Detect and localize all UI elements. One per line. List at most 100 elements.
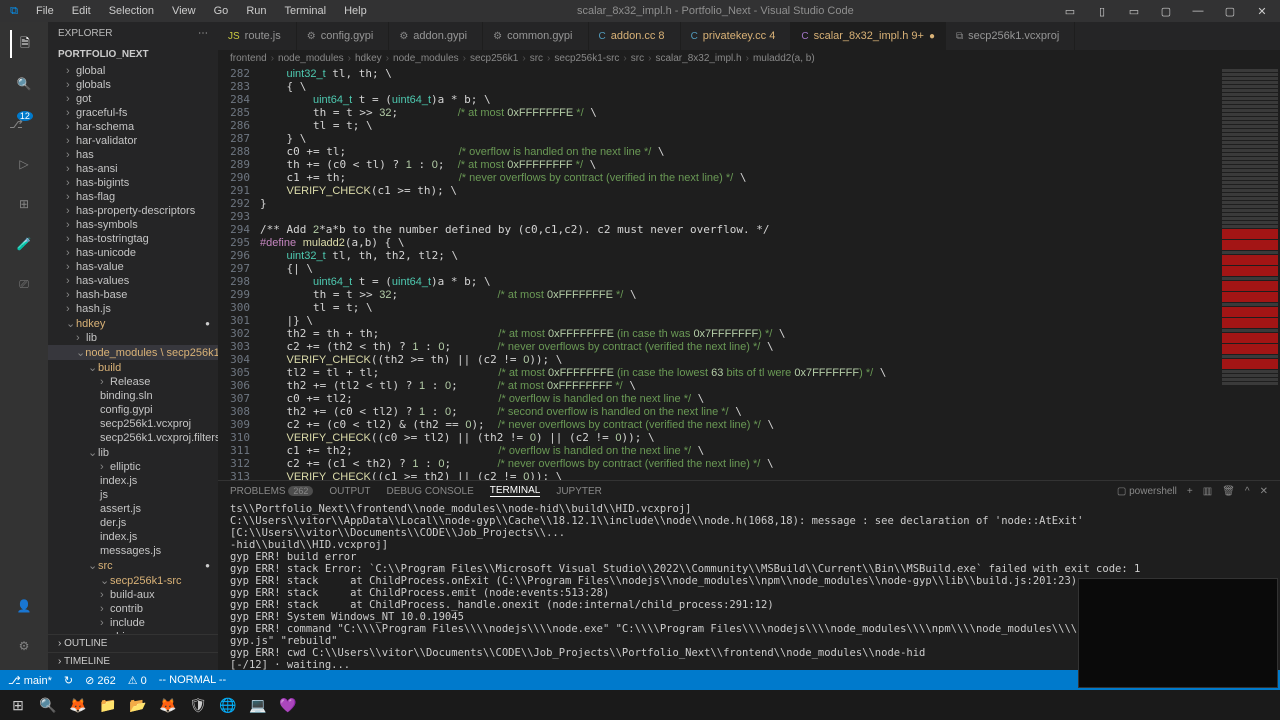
tree-item[interactable]: assert.js (48, 502, 218, 516)
layout-controls[interactable]: ▭ ▯ ▭ ▢ (1056, 5, 1184, 18)
tree-item[interactable]: js (48, 488, 218, 502)
tree-item[interactable]: ›har-schema (48, 120, 218, 134)
close-button[interactable]: ✕ (1248, 5, 1276, 18)
tree-item[interactable]: ›lib (48, 331, 218, 345)
tree-item[interactable]: der.js (48, 516, 218, 530)
panel-icon[interactable]: ▭ (1120, 5, 1148, 18)
trash-icon[interactable]: 🗑 (1222, 486, 1235, 497)
menu-go[interactable]: Go (206, 3, 237, 19)
tree-item[interactable]: ›has-bigints (48, 176, 218, 190)
tree-item[interactable]: index.js (48, 474, 218, 488)
project-name[interactable]: PORTFOLIO_NEXT (48, 45, 218, 64)
menu-edit[interactable]: Edit (64, 3, 99, 19)
tree-item[interactable]: ›Release (48, 375, 218, 389)
split-terminal-icon[interactable]: ▥ (1203, 486, 1212, 497)
editor-tab[interactable]: JSroute.js (218, 22, 297, 50)
debug-icon[interactable]: ▷ (10, 150, 38, 178)
tree-item[interactable]: ›has-value (48, 260, 218, 274)
taskbar-app[interactable]: 📁 (94, 693, 122, 717)
tree-item[interactable]: ›har-validator (48, 134, 218, 148)
terminal-shell-label[interactable]: ▢ powershell (1117, 486, 1177, 497)
code-editor[interactable]: uint32_t tl, th; \ { \ uint64_t t = (uin… (260, 67, 1220, 480)
gear-icon[interactable]: ⚙ (10, 632, 38, 660)
new-terminal-icon[interactable]: + (1187, 486, 1193, 497)
tree-item[interactable]: messages.js (48, 544, 218, 558)
tree-item[interactable]: ›build-aux (48, 588, 218, 602)
search-icon[interactable]: 🔍 (10, 70, 38, 98)
panel-icon[interactable]: ▯ (1088, 5, 1116, 18)
editor-tab[interactable]: ⚙addon.gypi (389, 22, 483, 50)
taskbar-app[interactable]: 🦊 (64, 693, 92, 717)
tree-item[interactable]: secp256k1.vcxproj (48, 417, 218, 431)
tree-item[interactable]: ⌄hdkey● (48, 316, 218, 331)
outline-section[interactable]: › OUTLINE (48, 634, 218, 652)
panel-tab-output[interactable]: OUTPUT (329, 486, 370, 497)
testing-icon[interactable]: 🧪 (10, 230, 38, 258)
tree-item[interactable]: ⌄src● (48, 558, 218, 573)
tree-item[interactable]: ›has-ansi (48, 162, 218, 176)
panel-icon[interactable]: ▭ (1056, 5, 1084, 18)
branch-status[interactable]: ⎇ main* (8, 674, 52, 687)
tree-item[interactable]: ⌄node_modules \ secp256k1 (48, 345, 218, 360)
explorer-icon[interactable]: 🗎 (10, 30, 38, 58)
panel-icon[interactable]: ▢ (1152, 5, 1180, 18)
scm-icon[interactable]: ⎇12 (10, 110, 38, 138)
tree-item[interactable]: ›has-unicode (48, 246, 218, 260)
tree-item[interactable]: ›has-property-descriptors (48, 204, 218, 218)
tree-item[interactable]: config.gypi (48, 403, 218, 417)
tree-item[interactable]: ›has-values (48, 274, 218, 288)
tree-item[interactable]: ›contrib (48, 602, 218, 616)
breadcrumb[interactable]: frontend›node_modules›hdkey›node_modules… (218, 50, 1280, 67)
minimize-button[interactable]: — (1184, 5, 1212, 18)
taskbar-app[interactable]: 💻 (244, 693, 272, 717)
tree-item[interactable]: ›elliptic (48, 460, 218, 474)
tree-item[interactable]: ›has-symbols (48, 218, 218, 232)
tree-item[interactable]: ›graceful-fs (48, 106, 218, 120)
tree-item[interactable]: ›hash.js (48, 302, 218, 316)
taskbar-app[interactable]: 💜 (274, 693, 302, 717)
tree-item[interactable]: ›got (48, 92, 218, 106)
tree-item[interactable]: ›has-flag (48, 190, 218, 204)
menu-terminal[interactable]: Terminal (277, 3, 335, 19)
errors-status[interactable]: ⊘ 262 (85, 674, 116, 687)
chevron-up-icon[interactable]: ^ (1245, 486, 1250, 497)
tree-item[interactable]: index.js (48, 530, 218, 544)
editor-tab[interactable]: Cprivatekey.cc 4 (681, 22, 792, 50)
tree-item[interactable]: ⌄lib (48, 445, 218, 460)
tree-item[interactable]: binding.sln (48, 389, 218, 403)
taskbar-app[interactable]: 🌐 (214, 693, 242, 717)
account-icon[interactable]: 👤 (10, 592, 38, 620)
tree-item[interactable]: ›global (48, 64, 218, 78)
tree-item[interactable]: ⌄secp256k1-src (48, 573, 218, 588)
editor-tab[interactable]: ⧉secp256k1.vcxproj (946, 22, 1075, 50)
taskbar-app[interactable]: ⊞ (4, 693, 32, 717)
tree-item[interactable]: ›hash-base (48, 288, 218, 302)
warnings-status[interactable]: ⚠ 0 (128, 674, 147, 687)
editor-tab[interactable]: ⚙config.gypi (297, 22, 390, 50)
tree-item[interactable]: ›has-tostringtag (48, 232, 218, 246)
editor-tab[interactable]: Cscalar_8x32_impl.h 9+● (791, 22, 946, 50)
menu-help[interactable]: Help (336, 3, 375, 19)
tree-item[interactable]: secp256k1.vcxproj.filters (48, 431, 218, 445)
menu-selection[interactable]: Selection (101, 3, 162, 19)
taskbar-app[interactable]: 🔍 (34, 693, 62, 717)
panel-tab-jupyter[interactable]: JUPYTER (556, 486, 602, 497)
tree-item[interactable]: ›globals (48, 78, 218, 92)
timeline-section[interactable]: › TIMELINE (48, 652, 218, 670)
taskbar-app[interactable]: 📂 (124, 693, 152, 717)
panel-tab-terminal[interactable]: TERMINAL (490, 485, 541, 497)
menu-run[interactable]: Run (238, 3, 274, 19)
panel-tab-problems[interactable]: PROBLEMS 262 (230, 486, 313, 497)
taskbar-app[interactable]: 🦊 (154, 693, 182, 717)
remote-icon[interactable]: ⎚ (10, 270, 38, 298)
taskbar-app[interactable]: 🛡 (184, 693, 212, 717)
extensions-icon[interactable]: ⊞ (10, 190, 38, 218)
editor-tab[interactable]: ⚙common.gypi (483, 22, 588, 50)
close-panel-icon[interactable]: ✕ (1260, 486, 1268, 497)
sync-status[interactable]: ↻ (64, 674, 73, 687)
tree-item[interactable]: ›include (48, 616, 218, 630)
tree-item[interactable]: ⌄build (48, 360, 218, 375)
tree-item[interactable]: ›has (48, 148, 218, 162)
more-icon[interactable]: ⋯ (198, 28, 208, 39)
maximize-button[interactable]: ▢ (1216, 5, 1244, 18)
